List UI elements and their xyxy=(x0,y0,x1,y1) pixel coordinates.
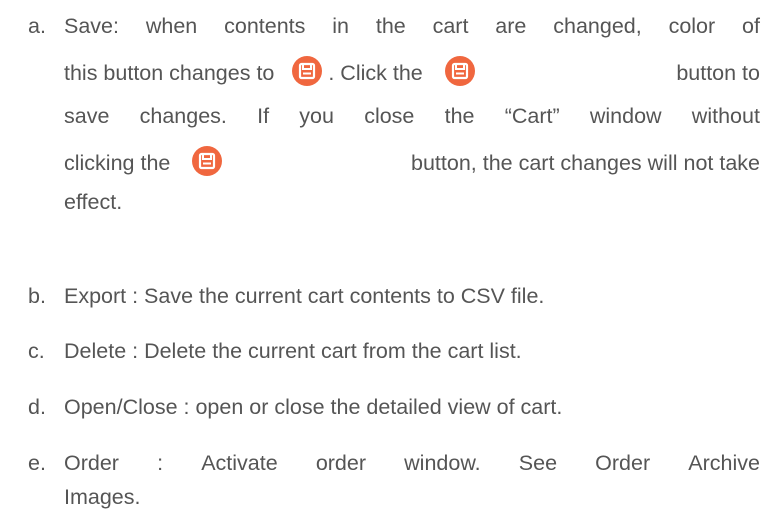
word: order xyxy=(315,451,367,475)
list-item-text: Save: when contents in the cart are chan… xyxy=(64,13,760,214)
list-marker: d. xyxy=(28,395,46,419)
word: when xyxy=(145,14,198,38)
word: color xyxy=(668,14,716,38)
text-line: Open/Close : open or close the detailed … xyxy=(64,395,563,419)
list-item-text: Export : Save the current cart contents … xyxy=(64,283,760,309)
text-line: clicking the button, the cart changes wi… xyxy=(64,146,760,180)
text-segment: . Click the xyxy=(328,61,423,85)
text-segment: button to xyxy=(676,61,760,85)
text-line: Images. xyxy=(64,485,141,509)
word: in xyxy=(332,14,349,38)
list-item-text: Open/Close : open or close the detailed … xyxy=(64,394,760,420)
list-marker: a. xyxy=(28,14,46,38)
text-line: Delete : Delete the current cart from th… xyxy=(64,339,522,363)
word: Archive xyxy=(688,451,760,475)
text-line: this button changes to . Click the butto… xyxy=(64,56,760,90)
word: window. xyxy=(404,451,481,475)
text-line: save changes. If you close the “Cart” wi… xyxy=(64,103,760,129)
word: you xyxy=(299,104,334,128)
word: are xyxy=(495,14,527,38)
save-icon xyxy=(192,146,223,176)
list-item-text: Order : Activate order window. See Order… xyxy=(64,450,760,509)
text-line: Export : Save the current cart contents … xyxy=(64,284,545,308)
word: Order xyxy=(64,451,119,475)
word: Save: xyxy=(64,14,119,38)
text-line: Order : Activate order window. See Order… xyxy=(64,450,760,476)
word: changes. xyxy=(139,104,227,128)
word: save xyxy=(64,104,110,128)
list-marker: e. xyxy=(28,451,46,475)
list-item-text: Delete : Delete the current cart from th… xyxy=(64,338,760,364)
word: “Cart” xyxy=(504,104,560,128)
word: : xyxy=(157,451,164,475)
text-segment: effect. xyxy=(64,190,123,214)
word: If xyxy=(257,104,270,128)
text-segment: button, the cart changes will not take xyxy=(411,151,760,175)
word: the xyxy=(444,104,475,128)
word: of xyxy=(742,14,760,38)
word: contents xyxy=(224,14,306,38)
word: without xyxy=(691,104,760,128)
save-icon xyxy=(292,56,323,86)
word: Order xyxy=(595,451,651,475)
list-marker: b. xyxy=(28,284,46,308)
word: the xyxy=(375,14,406,38)
text-line: Save: when contents in the cart are chan… xyxy=(64,13,760,39)
text-line: effect. xyxy=(64,189,760,215)
word: window xyxy=(589,104,662,128)
list-marker: c. xyxy=(28,339,45,363)
text-segment: this button changes to xyxy=(64,61,275,85)
save-icon xyxy=(444,56,475,86)
text-segment: clicking the xyxy=(64,151,171,175)
word: cart xyxy=(432,14,469,38)
word: Activate xyxy=(201,451,278,475)
word: changed, xyxy=(553,14,642,38)
word: close xyxy=(364,104,415,128)
word: See xyxy=(518,451,558,475)
document-body: a. Save: when contents in the cart are c… xyxy=(0,0,783,530)
